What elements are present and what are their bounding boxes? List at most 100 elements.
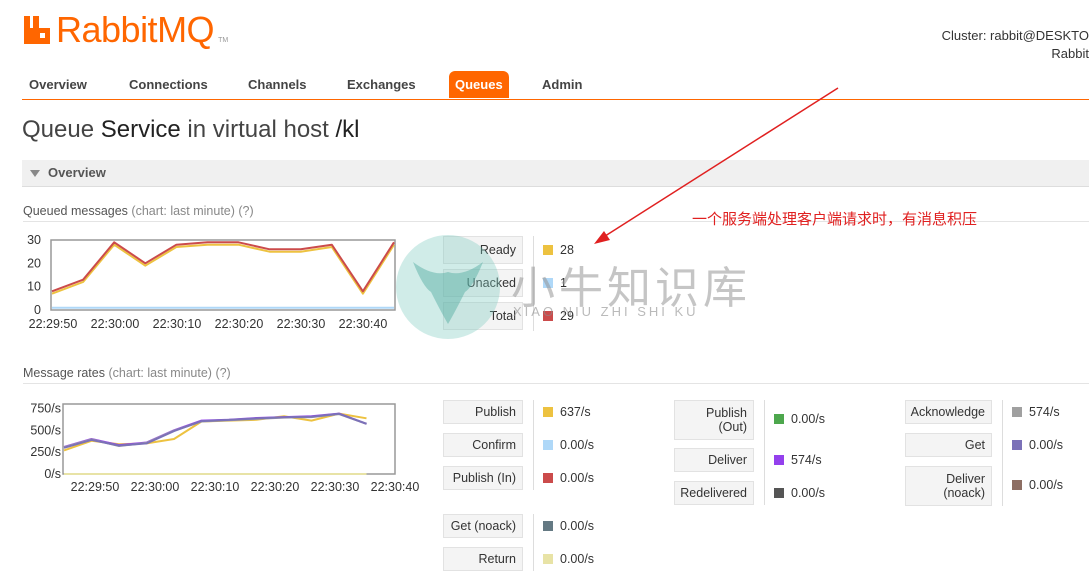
legend-ready[interactable]: Ready xyxy=(443,236,523,264)
tab-channels[interactable]: Channels xyxy=(242,71,313,98)
get-swatch xyxy=(1012,440,1022,450)
total-swatch xyxy=(543,311,553,321)
queued-chart-svg: 0 10 20 30 22:29:50 22:30:00 22:30:10 22:30:20 2… xyxy=(27,233,396,331)
x-tick-label: 22:30:20 xyxy=(251,480,300,494)
rabbitmq-logo[interactable]: RabbitMQ TM xyxy=(22,12,228,48)
deliver-swatch xyxy=(774,455,784,465)
divider xyxy=(23,383,1089,384)
ready-swatch xyxy=(543,245,553,255)
unacked-value: 1 xyxy=(543,276,567,290)
y-tick-label: 30 xyxy=(27,234,41,247)
legend-publish[interactable]: Publish xyxy=(443,400,523,424)
legend-get-noack[interactable]: Get (noack) xyxy=(443,514,523,538)
acknowledge-rate: 574/s xyxy=(1012,405,1060,419)
x-tick-label: 22:30:40 xyxy=(339,317,388,331)
x-tick-label: 22:30:30 xyxy=(277,317,326,331)
return-rate: 0.00/s xyxy=(543,552,594,566)
publish-in-rate-value: 0.00/s xyxy=(560,471,595,485)
deliver-rate: 574/s xyxy=(774,453,822,467)
publish-in-swatch xyxy=(543,473,553,483)
y-tick-label: 250/s xyxy=(30,445,61,459)
legend-unacked[interactable]: Unacked xyxy=(443,269,523,297)
legend-deliver-label: Deliver xyxy=(708,453,747,467)
get-noack-swatch xyxy=(543,521,553,531)
legend-publish-out-label: Publish (Out) xyxy=(706,406,747,434)
get-noack-rate-value: 0.00/s xyxy=(560,519,595,533)
legend-confirm[interactable]: Confirm xyxy=(443,433,523,457)
publish-out-swatch xyxy=(774,414,784,424)
y-tick-label: 750/s xyxy=(30,401,61,415)
tab-queues[interactable]: Queues xyxy=(449,71,509,98)
logo-trademark: TM xyxy=(218,37,229,44)
tab-exchanges[interactable]: Exchanges xyxy=(341,71,422,98)
tab-overview[interactable]: Overview xyxy=(23,71,93,98)
legend-deliver-noack-label: Deliver (noack) xyxy=(943,472,985,500)
deliver-rate-value: 574/s xyxy=(791,453,822,467)
x-tick-label: 22:30:30 xyxy=(311,480,360,494)
legend-total[interactable]: Total xyxy=(443,302,523,330)
title-prefix: Queue xyxy=(22,116,101,143)
tab-connections[interactable]: Connections xyxy=(123,71,214,98)
section-label: Overview xyxy=(48,165,106,180)
unacked-count: 1 xyxy=(560,276,567,290)
vhost-name: /kl xyxy=(335,116,360,143)
return-swatch xyxy=(543,554,553,564)
x-tick-label: 22:30:00 xyxy=(131,480,180,494)
legend-publish-label: Publish xyxy=(475,405,516,419)
tab-admin[interactable]: Admin xyxy=(536,71,588,98)
total-count: 29 xyxy=(560,309,574,323)
legend-redelivered[interactable]: Redelivered xyxy=(674,481,754,505)
rates-chart: 0/s 250/s 500/s 750/s 22:29:50 22:30:00 22:30:… xyxy=(0,396,440,496)
legend-redelivered-label: Redelivered xyxy=(680,486,747,500)
title-mid: in virtual host xyxy=(180,116,336,143)
redelivered-swatch xyxy=(774,488,784,498)
y-tick-label: 10 xyxy=(27,280,41,294)
legend-ready-label: Ready xyxy=(479,243,516,257)
confirm-rate-value: 0.00/s xyxy=(560,438,595,452)
logo-wordmark: RabbitMQ xyxy=(56,9,215,50)
total-value: 29 xyxy=(543,309,574,323)
legend-return[interactable]: Return xyxy=(443,547,523,571)
y-tick-label: 0/s xyxy=(44,467,61,481)
legend-publish-out[interactable]: Publish (Out) xyxy=(674,400,754,440)
x-tick-label: 22:29:50 xyxy=(71,480,120,494)
legend-acknowledge[interactable]: Acknowledge xyxy=(905,400,992,424)
legend-get[interactable]: Get xyxy=(905,433,992,457)
x-tick-label: 22:30:10 xyxy=(191,480,240,494)
annotation-text: 一个服务端处理客户端请求时，有消息积压 xyxy=(692,211,978,228)
legend-deliver[interactable]: Deliver xyxy=(674,448,754,472)
redelivered-rate: 0.00/s xyxy=(774,486,825,500)
x-tick-label: 22:29:50 xyxy=(29,317,78,331)
acknowledge-rate-value: 574/s xyxy=(1029,405,1060,419)
legend-separator xyxy=(533,514,534,571)
legend-separator xyxy=(533,236,534,331)
confirm-rate: 0.00/s xyxy=(543,438,594,452)
legend-get-noack-label: Get (noack) xyxy=(450,519,516,533)
y-tick-label: 500/s xyxy=(30,423,61,437)
main-nav: Overview Connections Channels Exchanges … xyxy=(22,71,1089,100)
y-tick-label: 0 xyxy=(34,303,41,317)
x-tick-label: 22:30:10 xyxy=(153,317,202,331)
publish-rate: 637/s xyxy=(543,405,591,419)
cluster-sub: Rabbit xyxy=(1051,46,1089,61)
cluster-name: Cluster: rabbit@DESKTO xyxy=(941,28,1089,43)
legend-separator xyxy=(1002,400,1003,506)
legend-total-label: Total xyxy=(489,309,516,323)
rates-heading-text: Message rates xyxy=(23,366,105,380)
acknowledge-swatch xyxy=(1012,407,1022,417)
legend-deliver-noack[interactable]: Deliver (noack) xyxy=(905,466,992,506)
deliver-noack-rate: 0.00/s xyxy=(1012,478,1063,492)
legend-return-label: Return xyxy=(478,552,516,566)
return-rate-value: 0.00/s xyxy=(560,552,595,566)
overview-section-toggle[interactable]: Overview xyxy=(22,160,1089,187)
legend-publish-in[interactable]: Publish (In) xyxy=(443,466,523,490)
queued-heading-meta[interactable]: (chart: last minute) (?) xyxy=(131,204,253,218)
cluster-info: Cluster: rabbit@DESKTO Rabbit xyxy=(942,28,1089,61)
rates-heading-meta[interactable]: (chart: last minute) (?) xyxy=(108,366,230,380)
unacked-swatch xyxy=(543,278,553,288)
legend-acknowledge-label: Acknowledge xyxy=(910,405,985,419)
deliver-noack-swatch xyxy=(1012,480,1022,490)
collapse-triangle-icon xyxy=(30,170,40,177)
rates-chart-svg: 0/s 250/s 500/s 750/s 22:29:50 22:30:00 22:30:… xyxy=(30,401,419,494)
legend-get-label: Get xyxy=(964,438,985,452)
